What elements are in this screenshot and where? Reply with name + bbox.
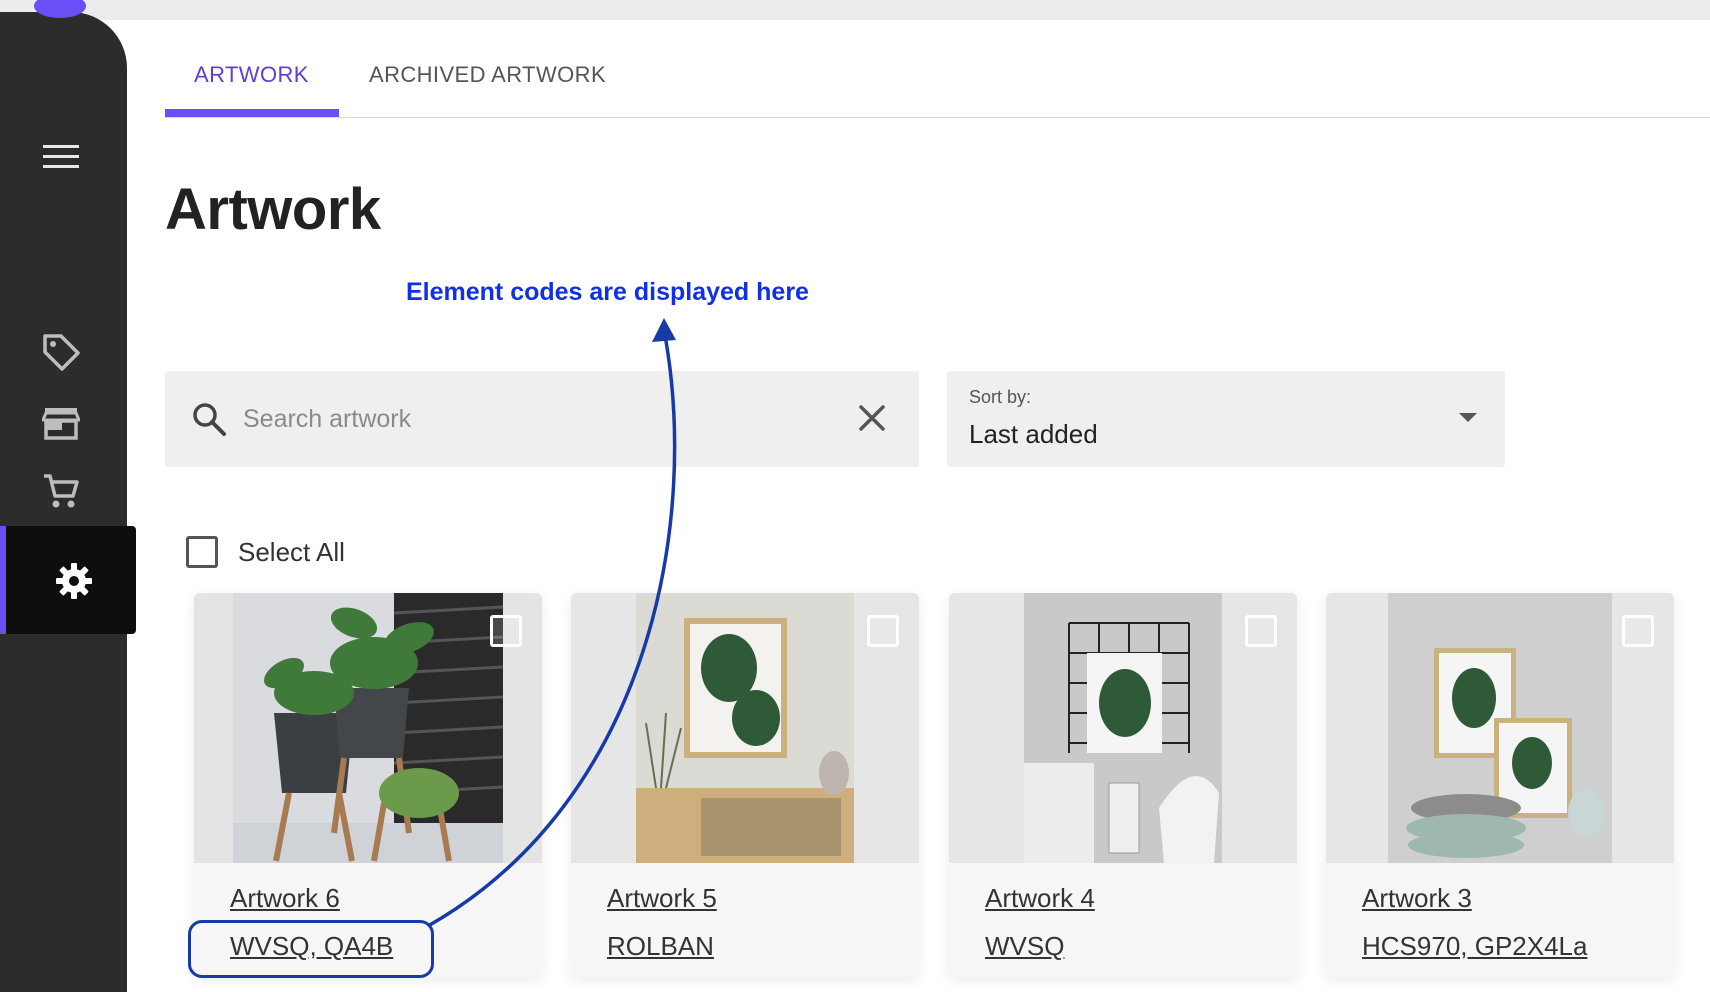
tab-archived-artwork[interactable]: ARCHIVED ARTWORK: [369, 62, 606, 88]
element-code-link[interactable]: ROLBAN: [607, 931, 714, 962]
cart-icon[interactable]: [39, 469, 83, 513]
sort-select[interactable]: Sort by: Last added: [947, 371, 1505, 467]
code-highlight-box: [188, 920, 434, 978]
artwork-name-link[interactable]: Artwork 3: [1362, 883, 1472, 914]
close-icon[interactable]: [855, 401, 889, 440]
card-checkbox[interactable]: [1622, 615, 1654, 647]
card-checkbox[interactable]: [867, 615, 899, 647]
search-input[interactable]: [243, 399, 803, 439]
gear-icon: [52, 559, 96, 603]
artwork-name-link[interactable]: Artwork 6: [230, 883, 340, 914]
tab-artwork[interactable]: ARTWORK: [194, 62, 309, 88]
element-code-link[interactable]: WVSQ: [985, 931, 1064, 962]
card-checkbox[interactable]: [490, 615, 522, 647]
search-bar: [165, 371, 919, 467]
sidebar: [0, 0, 127, 992]
tag-icon[interactable]: [39, 330, 83, 374]
sort-label: Sort by:: [969, 387, 1032, 407]
active-tab-indicator: [165, 109, 339, 117]
store-icon[interactable]: [39, 401, 83, 445]
avatar[interactable]: [34, 0, 86, 18]
chevron-down-icon: [1459, 413, 1477, 422]
artwork-name-link[interactable]: Artwork 5: [607, 883, 717, 914]
sidebar-item-settings[interactable]: [0, 526, 136, 634]
artwork-card[interactable]: Artwork 3 HCS970, GP2X4La: [1326, 593, 1674, 977]
select-all: Select All: [186, 536, 345, 568]
element-code-link[interactable]: HCS970, GP2X4La: [1362, 931, 1587, 962]
card-checkbox[interactable]: [1245, 615, 1277, 647]
sort-value: Last added: [969, 419, 1098, 449]
select-all-label: Select All: [238, 536, 345, 567]
window-top-strip: [0, 0, 1710, 20]
annotation-label: Element codes are displayed here: [406, 278, 809, 306]
tab-divider: [165, 117, 1710, 118]
page-title: Artwork: [165, 177, 381, 242]
artwork-card[interactable]: Artwork 5 ROLBAN: [571, 593, 919, 977]
artwork-name-link[interactable]: Artwork 4: [985, 883, 1095, 914]
select-all-checkbox[interactable]: [186, 536, 218, 568]
search-icon: [191, 401, 227, 442]
artwork-card[interactable]: Artwork 4 WVSQ: [949, 593, 1297, 977]
menu-icon[interactable]: [39, 135, 83, 179]
